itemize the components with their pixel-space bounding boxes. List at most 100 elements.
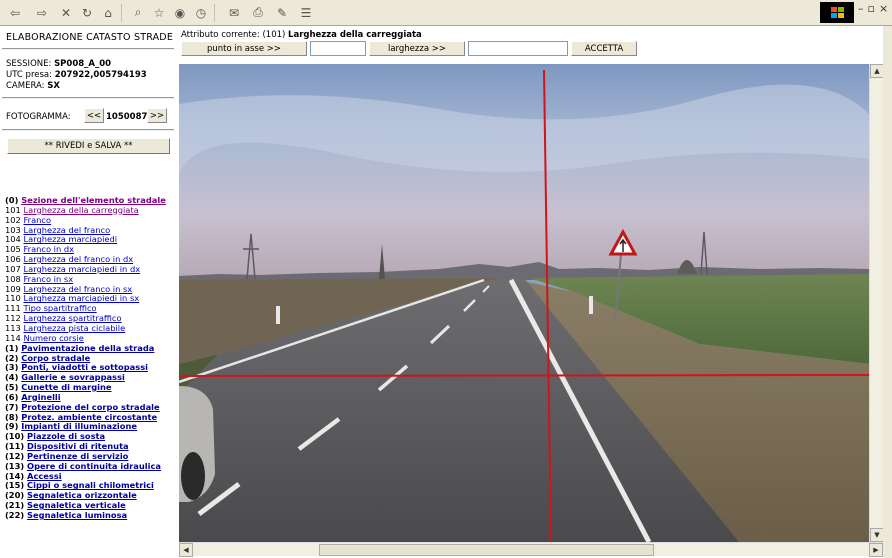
attribute-link[interactable]: Protezione del corpo stradale	[21, 402, 159, 412]
current-attribute-code: (101)	[262, 30, 286, 40]
attribute-link[interactable]: Cippi o segnali chilometrici	[27, 480, 154, 491]
refresh-icon[interactable]: ↻	[78, 4, 96, 22]
accept-button[interactable]: ACCETTA	[571, 41, 637, 56]
attribute-link[interactable]: Opere di continuita idraulica	[27, 461, 161, 471]
search-icon[interactable]: ⌕	[129, 4, 147, 22]
attribute-link[interactable]: Sezione dell'elemento stradale	[21, 195, 166, 205]
attribute-code: (4)	[5, 372, 19, 383]
scroll-left-icon[interactable]: ◀	[179, 543, 193, 557]
attribute-link[interactable]: Segnaletica verticale	[27, 500, 126, 510]
attribute-link[interactable]: Pertinenze di servizio	[27, 451, 128, 461]
attribute-code: (10)	[5, 431, 25, 442]
axis-point-input[interactable]	[310, 41, 366, 56]
camera-row: CAMERA: SX	[6, 81, 60, 91]
attribute-link[interactable]: Franco	[23, 215, 51, 225]
delineator-post	[589, 296, 593, 314]
review-save-button[interactable]: ** RIVEDI e SALVA **	[7, 138, 170, 154]
attribute-link[interactable]: Larghezza della carreggiata	[23, 205, 138, 215]
attribute-toolbar: Attributo corrente: (101) Larghezza dell…	[179, 26, 892, 64]
attribute-link[interactable]: Accessi	[27, 471, 62, 481]
edit-icon[interactable]: ✎	[270, 4, 294, 22]
window-controls: – ▫ ×	[858, 2, 888, 15]
attribute-link[interactable]: Dispositivi di ritenuta	[27, 441, 129, 451]
attribute-link[interactable]: Larghezza marciapiedi	[23, 234, 117, 244]
attribute-code: (8)	[5, 411, 19, 422]
utc-label: UTC presa:	[6, 70, 52, 80]
attribute-code: 107	[5, 263, 21, 274]
attribute-link[interactable]: Larghezza pista ciclabile	[23, 323, 125, 333]
mail-icon[interactable]: ✉	[222, 4, 246, 22]
maximize-icon[interactable]: ▫	[868, 2, 875, 15]
stop-icon[interactable]: ✕	[57, 4, 75, 22]
camera-value: SX	[47, 81, 60, 91]
attribute-code: (14)	[5, 470, 25, 481]
frame-value: 1050087	[106, 112, 148, 122]
width-button[interactable]: larghezza >>	[369, 41, 465, 56]
attribute-link[interactable]: Protez. ambiente circostante	[21, 412, 157, 422]
scroll-down-icon[interactable]: ▼	[870, 528, 884, 542]
road-scene[interactable]	[179, 64, 869, 542]
attribute-link[interactable]: Larghezza marciapiedi in sx	[23, 293, 139, 304]
close-icon[interactable]: ×	[879, 2, 888, 15]
attribute-code: (1)	[5, 342, 19, 353]
attribute-link[interactable]: Segnaletica orizzontale	[27, 490, 137, 500]
attribute-link[interactable]: Franco in sx	[23, 274, 73, 284]
delineator-post	[276, 306, 280, 324]
forward-icon[interactable]: ⇨	[30, 4, 54, 22]
attribute-link[interactable]: Larghezza del franco in dx	[23, 254, 133, 264]
attribute-link[interactable]: Ponti, viadotti e sottopassi	[21, 362, 148, 372]
road-frame-image[interactable]	[179, 64, 869, 542]
attribute-code: (22)	[5, 510, 25, 520]
attribute-code: (6)	[5, 391, 19, 402]
application-window: ⇦ ⇨ ✕ ↻ ⌂ ⌕ ☆ ◉ ◷ ✉ ⎙ ✎ ☰ – ▫ × ELABORAZ…	[0, 0, 892, 558]
attribute-link[interactable]: Cunette di margine	[21, 382, 111, 392]
attribute-code: (0)	[5, 195, 19, 205]
history-icon[interactable]: ◷	[192, 4, 210, 22]
prev-frame-button[interactable]: <<	[84, 108, 104, 123]
attribute-link[interactable]: Larghezza del franco in sx	[23, 284, 132, 294]
attribute-code: (15)	[5, 480, 25, 491]
scroll-up-icon[interactable]: ▲	[870, 64, 884, 78]
attribute-item: (22) Segnaletica luminosa	[5, 510, 177, 521]
divider	[2, 97, 174, 99]
back-icon[interactable]: ⇦	[3, 4, 27, 22]
attribute-link[interactable]: Impianti di illuminazione	[21, 421, 137, 431]
attribute-code: (2)	[5, 352, 19, 363]
horizontal-scrollbar[interactable]: ◀ ▶	[179, 542, 883, 557]
attribute-link[interactable]: Franco in dx	[23, 244, 74, 254]
attribute-code: (12)	[5, 450, 25, 461]
home-icon[interactable]: ⌂	[99, 4, 117, 22]
media-icon[interactable]: ◉	[171, 4, 189, 22]
attribute-link[interactable]: Numero corsie	[23, 333, 83, 343]
minimize-icon[interactable]: –	[858, 2, 864, 15]
attribute-link[interactable]: Segnaletica luminosa	[27, 510, 127, 520]
attribute-link[interactable]: Arginelli	[21, 392, 60, 402]
print-icon[interactable]: ⎙	[249, 4, 267, 22]
discuss-icon[interactable]: ☰	[297, 4, 315, 22]
axis-point-button[interactable]: punto in asse >>	[181, 41, 307, 56]
attribute-code: 102	[5, 214, 21, 225]
attribute-code: 112	[5, 313, 21, 324]
attribute-link[interactable]: Larghezza del franco	[23, 225, 110, 235]
attribute-code: 104	[5, 234, 21, 245]
attribute-link[interactable]: Larghezza spartitraffico	[23, 313, 121, 323]
favorites-icon[interactable]: ☆	[150, 4, 168, 22]
attribute-link[interactable]: Corpo stradale	[21, 353, 90, 363]
scroll-right-icon[interactable]: ▶	[869, 543, 883, 557]
attribute-link[interactable]: Piazzole di sosta	[27, 431, 105, 441]
vertical-scrollbar[interactable]: ▲ ▼	[869, 64, 884, 542]
scroll-thumb[interactable]	[319, 544, 654, 556]
car-wheel	[181, 452, 205, 500]
width-input[interactable]	[468, 41, 568, 56]
attribute-code: (13)	[5, 460, 25, 471]
attribute-link[interactable]: Gallerie e sovrappassi	[21, 372, 125, 382]
attribute-link[interactable]: Tipo spartitraffico	[23, 303, 96, 313]
crosshair-horizontal	[179, 374, 869, 377]
windows-logo-icon	[820, 2, 854, 23]
window-edge	[883, 26, 892, 558]
next-frame-button[interactable]: >>	[147, 108, 167, 123]
attribute-link[interactable]: Larghezza marciapiedi in dx	[23, 264, 140, 274]
attribute-code: 101	[5, 204, 21, 215]
attribute-list: (0) Sezione dell'elemento stradale 101 La…	[5, 195, 177, 521]
attribute-link[interactable]: Pavimentazione della strada	[21, 343, 154, 353]
